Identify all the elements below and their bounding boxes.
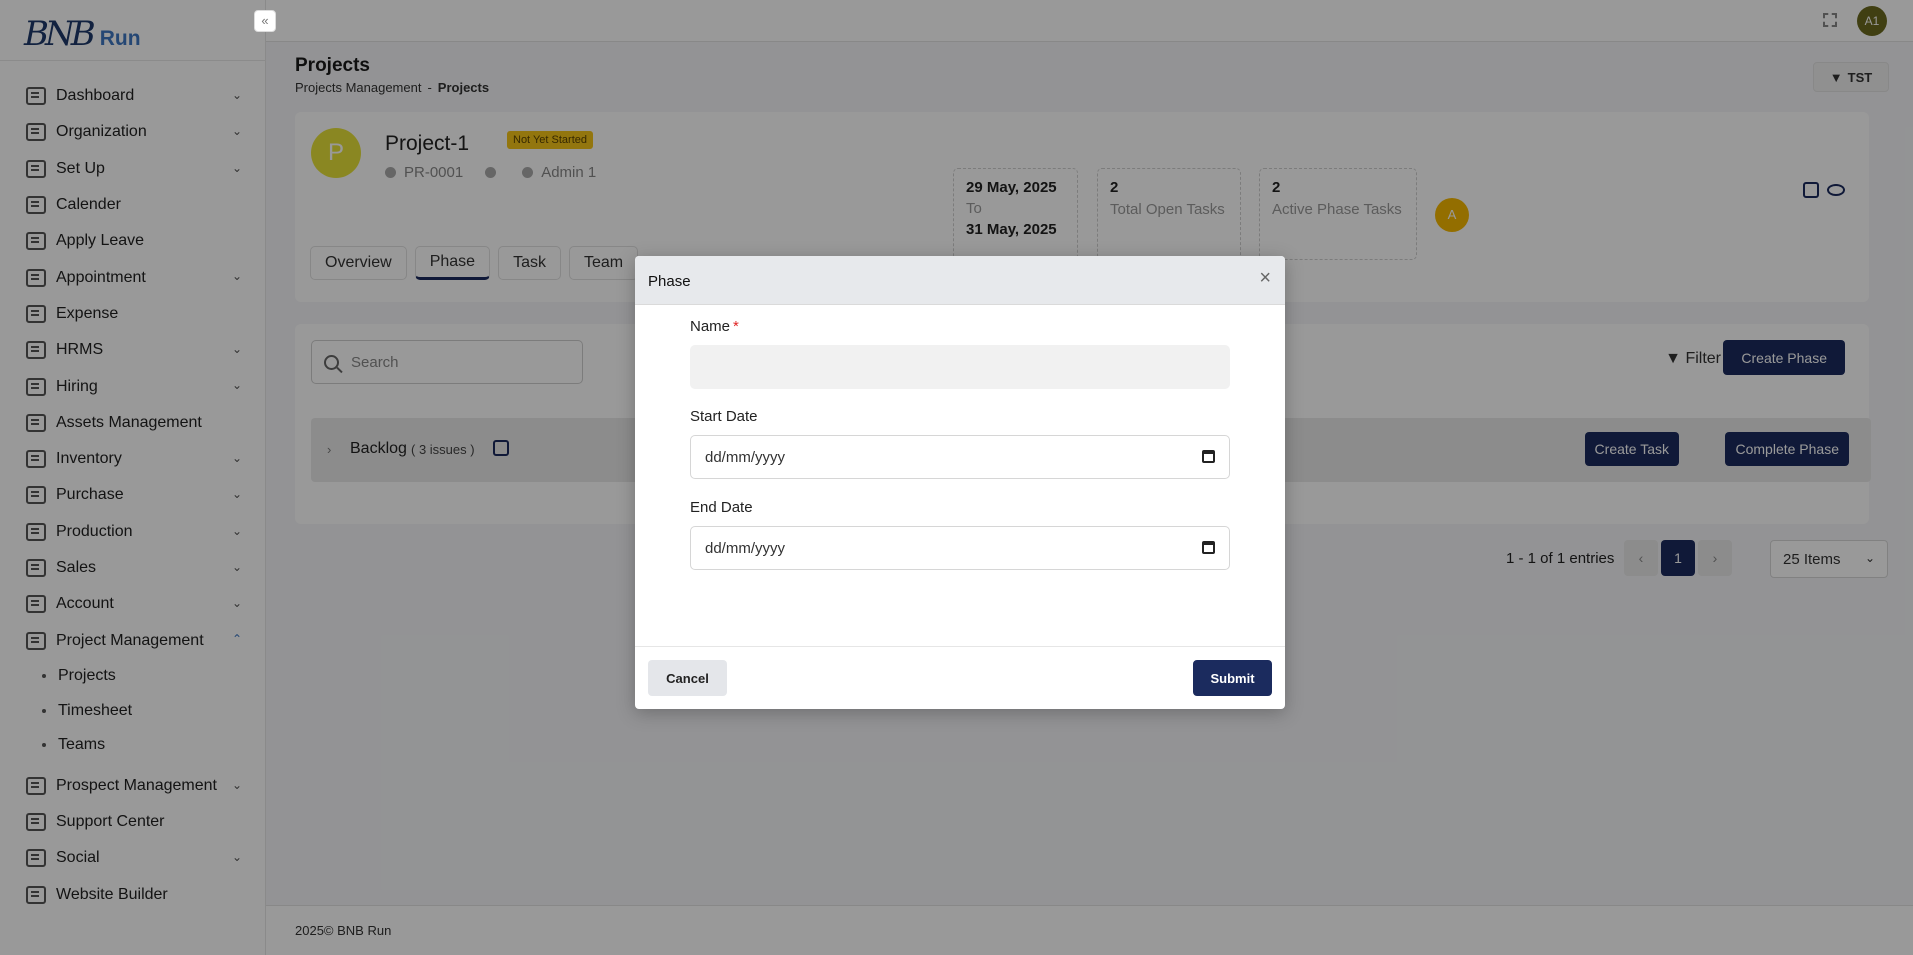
modal-header: Phase × xyxy=(635,256,1285,305)
cancel-button[interactable]: Cancel xyxy=(648,660,727,696)
required-mark: * xyxy=(733,318,739,335)
start-date-placeholder: dd/mm/yyyy xyxy=(705,448,786,466)
close-icon[interactable]: × xyxy=(1259,268,1271,288)
name-field[interactable] xyxy=(690,345,1230,389)
name-label: Name * xyxy=(690,318,1230,335)
modal-body: Name * Start Date dd/mm/yyyy End Date dd/… xyxy=(690,318,1230,590)
sidebar-collapse-button[interactable]: « xyxy=(254,10,276,32)
calendar-icon[interactable] xyxy=(1202,541,1215,554)
start-date-field[interactable]: dd/mm/yyyy xyxy=(690,435,1230,479)
calendar-icon[interactable] xyxy=(1202,450,1215,463)
end-date-label: End Date xyxy=(690,499,753,516)
modal-title: Phase xyxy=(648,273,691,290)
end-date-field[interactable]: dd/mm/yyyy xyxy=(690,526,1230,570)
submit-button[interactable]: Submit xyxy=(1193,660,1272,696)
end-date-placeholder: dd/mm/yyyy xyxy=(705,539,786,557)
name-label-text: Name xyxy=(690,318,731,335)
phase-modal: Phase × Name * Start Date dd/mm/yyyy End … xyxy=(635,256,1285,709)
modal-footer: Cancel Submit xyxy=(635,646,1285,709)
start-date-label: Start Date xyxy=(690,408,758,425)
